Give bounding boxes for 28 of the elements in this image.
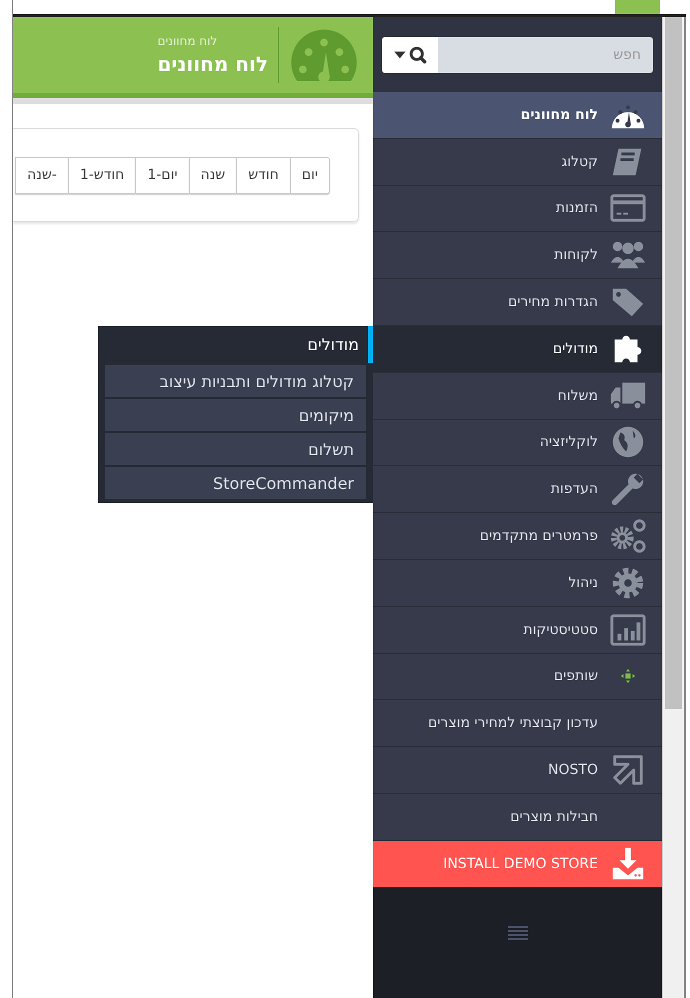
- menu-item[interactable]: לקוחות: [373, 232, 662, 280]
- menu-item[interactable]: NOSTO: [373, 747, 662, 794]
- submenu-item[interactable]: תשלום: [105, 433, 366, 465]
- menu-item[interactable]: סטטיסטיקות: [373, 606, 662, 654]
- search-icon: [393, 46, 427, 64]
- menu-item[interactable]: ניהול: [373, 560, 662, 607]
- menu-item[interactable]: משלוח: [373, 372, 662, 420]
- date-range-button[interactable]: יום-1: [135, 156, 189, 194]
- menu-item[interactable]: מודולים: [373, 326, 662, 373]
- date-range-button[interactable]: חודש: [236, 156, 290, 194]
- menu-item[interactable]: לוקליזציה: [373, 420, 662, 466]
- search-button[interactable]: [382, 36, 438, 72]
- menu-item[interactable]: לוח מחוונים: [373, 92, 662, 139]
- page-title: לוח מחוונים: [158, 52, 268, 76]
- scrollbar-thumb[interactable]: [665, 17, 682, 709]
- date-range-button[interactable]: שנה: [188, 156, 236, 194]
- gauge-icon: [291, 29, 357, 81]
- submenu-item[interactable]: StoreCommander: [105, 467, 366, 499]
- search-field[interactable]: חפש: [438, 36, 653, 72]
- menu-item[interactable]: פרמטרים מתקדמים: [373, 513, 662, 560]
- menu-item[interactable]: הזמנות: [373, 186, 662, 232]
- submenu-item[interactable]: מיקומים: [105, 399, 366, 431]
- menu-icon[interactable]: [508, 926, 528, 940]
- menu-item[interactable]: קטלוג: [373, 138, 662, 186]
- date-range-button[interactable]: חודש-1: [68, 156, 136, 194]
- date-range-button[interactable]: יום: [290, 156, 330, 194]
- date-range-button[interactable]: שנה-: [15, 156, 68, 194]
- submenu-item[interactable]: קטלוג מודולים ותבניות עיצוב: [105, 365, 366, 397]
